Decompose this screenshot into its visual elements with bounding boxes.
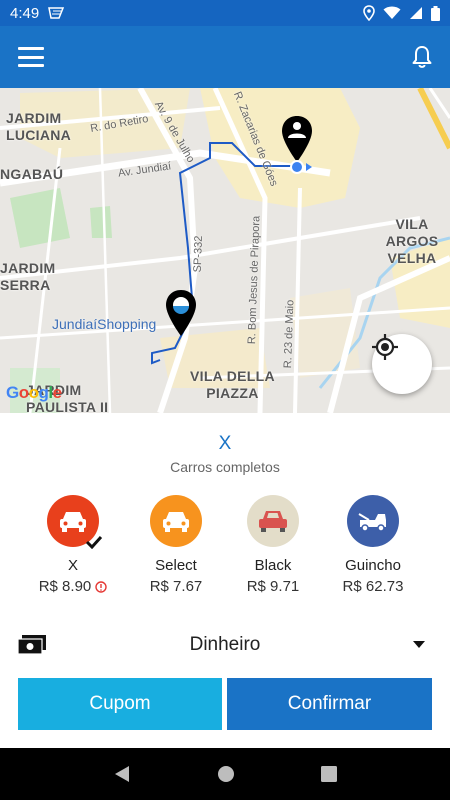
ride-option-price: R$ 62.73 — [342, 578, 404, 595]
car-icon-select — [150, 495, 202, 547]
street-sp332: SP-332 — [191, 235, 205, 273]
confirm-button[interactable]: Confirmar — [227, 678, 432, 730]
battery-icon — [431, 5, 440, 21]
map-label-vila-piazza: VILA DELLA PIAZZA — [190, 368, 275, 401]
payment-method-label: Dinheiro — [189, 634, 261, 655]
map-label-jardim-luciana: JARDIM LUCIANA — [6, 110, 72, 143]
category-subtitle: Carros completos — [170, 459, 280, 475]
wifi-icon — [383, 6, 401, 19]
ride-option-name: Select — [155, 557, 197, 574]
ride-option-name: X — [67, 557, 78, 574]
ride-option-black[interactable]: Black R$ 9.71 — [223, 495, 323, 595]
ride-option-name: Black — [254, 557, 292, 574]
map-view[interactable]: JARDIM LUCIANA NGABAÚ JARDIM SERRA VILA … — [0, 88, 450, 413]
home-icon[interactable] — [217, 765, 235, 783]
ride-option-name: Guincho — [345, 557, 401, 574]
bell-icon[interactable] — [412, 45, 432, 69]
map-label-jardim-serra: JARDIM SERRA — [0, 260, 56, 293]
map-label-vila-argos: VILA ARGOS VELHA — [385, 216, 439, 266]
info-icon[interactable] — [95, 580, 107, 593]
back-icon[interactable] — [113, 765, 131, 783]
ride-option-x[interactable]: X R$ 8.90 — [23, 495, 123, 595]
payment-method-select[interactable]: Dinheiro — [0, 625, 450, 665]
check-icon — [85, 535, 103, 549]
ride-panel: X Carros completos X R$ 8.90 Select R$ 7… — [0, 413, 450, 748]
signal-icon — [410, 7, 422, 19]
status-bar: 4:49 — [0, 0, 450, 26]
ride-option-guincho[interactable]: Guincho R$ 62.73 — [323, 495, 423, 595]
google-logo: Google — [6, 383, 62, 402]
car-icon-x — [47, 495, 103, 549]
current-location-dot-icon — [290, 160, 312, 174]
my-location-icon — [372, 334, 398, 360]
ride-options: X R$ 8.90 Select R$ 7.67 Black R$ 9.71 G… — [0, 495, 450, 605]
category-title: X — [218, 433, 232, 454]
dropdown-arrow-icon — [413, 641, 425, 648]
poi-jundiai-shopping[interactable]: JundiaíShopping — [52, 316, 156, 332]
tow-truck-icon — [347, 495, 399, 547]
car-icon-black — [247, 495, 299, 547]
ride-option-select[interactable]: Select R$ 7.67 — [126, 495, 226, 595]
status-time: 4:49 — [10, 4, 40, 22]
my-location-button[interactable] — [372, 334, 432, 394]
recents-icon[interactable] — [321, 766, 337, 782]
system-nav-bar — [0, 748, 450, 800]
app-bar — [0, 26, 450, 88]
coupon-button[interactable]: Cupom — [18, 678, 222, 730]
street-23-maio: R. 23 de Maio — [282, 299, 297, 369]
notification-icon — [48, 7, 65, 19]
ride-option-price: R$ 7.67 — [149, 578, 203, 595]
menu-icon[interactable] — [18, 47, 44, 67]
origin-pin-icon[interactable] — [281, 116, 313, 164]
ride-option-price: R$ 8.90 — [38, 578, 92, 595]
ride-option-price: R$ 9.71 — [246, 578, 300, 595]
location-status-icon — [363, 5, 375, 21]
map-label-ngabau: NGABAÚ — [0, 166, 64, 182]
destination-pin-icon[interactable] — [165, 290, 197, 338]
